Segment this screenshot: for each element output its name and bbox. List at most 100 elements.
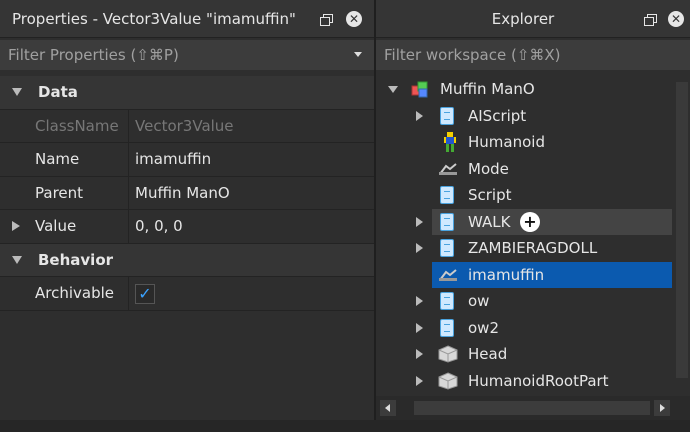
column-divider — [128, 210, 129, 243]
tree-item-mode[interactable]: Mode — [376, 156, 672, 182]
column-divider — [128, 109, 129, 142]
section-label: Behavior — [38, 250, 114, 269]
value-icon — [439, 162, 457, 175]
tree-item-humanoid[interactable]: Humanoid — [376, 129, 672, 155]
tree-item-label: ow — [468, 292, 490, 310]
tree-item-label: WALK — [468, 212, 511, 231]
explorer-titlebar: Explorer ✕ — [376, 0, 690, 38]
property-value[interactable]: imamuffin — [135, 150, 211, 168]
model-icon — [411, 81, 428, 98]
tree-item-humanoidrootpart[interactable]: HumanoidRootPart — [376, 368, 672, 394]
tree-item-label: Script — [468, 186, 512, 204]
collapse-arrow-icon[interactable] — [388, 86, 398, 93]
section-data[interactable]: Data — [0, 76, 374, 110]
tree-item-muffin-mano[interactable]: Muffin ManO — [376, 76, 672, 102]
column-divider — [128, 277, 129, 310]
properties-close-button[interactable]: ✕ — [346, 11, 362, 27]
properties-panel: Properties - Vector3Value "imamuffin" ✕ … — [0, 0, 374, 432]
properties-titlebar: Properties - Vector3Value "imamuffin" ✕ — [0, 0, 374, 38]
section-label: Data — [38, 83, 78, 102]
property-row-parent[interactable]: Parent Muffin ManO — [0, 176, 374, 210]
expand-arrow-icon[interactable] — [416, 296, 423, 306]
expand-arrow-icon[interactable] — [416, 322, 423, 333]
filter-properties-input[interactable] — [0, 46, 330, 64]
property-name: ClassName — [35, 116, 119, 135]
section-behavior[interactable]: Behavior — [0, 243, 374, 277]
property-row-archivable[interactable]: Archivable ✓ — [0, 277, 374, 311]
tree-item-head[interactable]: Head — [376, 341, 672, 367]
property-name: Archivable — [35, 284, 115, 303]
property-value: Vector3Value — [135, 116, 234, 135]
tree-item-label: Muffin ManO — [440, 80, 535, 98]
part-icon — [438, 371, 458, 390]
collapse-caret-icon[interactable] — [12, 88, 22, 97]
expand-arrow-icon[interactable] — [416, 110, 423, 121]
explorer-panel: Explorer ✕ Muffin ManO AIScript — [376, 0, 690, 432]
horizontal-scroll-thumb[interactable] — [414, 401, 650, 415]
property-value[interactable]: Muffin ManO — [135, 184, 230, 202]
properties-title: Properties - Vector3Value "imamuffin" — [12, 9, 296, 28]
filter-properties-bar — [0, 40, 374, 70]
vertical-scroll-thumb[interactable] — [676, 82, 688, 378]
property-row-value[interactable]: Value 0, 0, 0 — [0, 210, 374, 244]
expand-arrow-icon[interactable] — [416, 243, 423, 253]
restore-icon — [320, 14, 333, 26]
tree-item-ow2[interactable]: ow2 — [376, 315, 672, 341]
tree-item-label: imamuffin — [468, 265, 545, 284]
cursor-plus-icon: + — [520, 211, 540, 232]
property-value[interactable]: 0, 0, 0 — [135, 217, 183, 235]
horizontal-scrollbar[interactable] — [376, 396, 690, 420]
property-name: Parent — [35, 183, 84, 202]
tree-item-label: AIScript — [468, 106, 527, 125]
properties-empty-area — [0, 312, 374, 432]
scroll-left-button[interactable] — [380, 400, 396, 416]
tree-item-script[interactable]: Script — [376, 182, 672, 208]
tree-item-walk[interactable]: WALK + — [376, 208, 672, 235]
column-divider — [128, 143, 129, 176]
scroll-right-button[interactable] — [654, 400, 670, 416]
archivable-checkbox[interactable]: ✓ — [135, 284, 155, 304]
checkmark-icon: ✓ — [138, 284, 152, 303]
tree-item-zambieragdoll[interactable]: ZAMBIERAGDOLL — [376, 235, 672, 261]
property-row-name[interactable]: Name imamuffin — [0, 143, 374, 177]
tree-item-label: Mode — [468, 159, 509, 178]
filter-workspace-bar — [376, 40, 690, 70]
close-icon: ✕ — [346, 11, 362, 27]
tree-item-ow[interactable]: ow — [376, 288, 672, 314]
tree-item-label: ZAMBIERAGDOLL — [468, 239, 598, 257]
part-icon — [438, 345, 458, 363]
restore-icon — [644, 14, 657, 26]
explorer-close-button[interactable]: ✕ — [668, 11, 684, 27]
tree-item-label: Head — [468, 345, 508, 363]
script-icon — [440, 186, 454, 204]
close-icon: ✕ — [668, 11, 684, 27]
script-icon — [440, 292, 454, 310]
tree-item-label: ow2 — [468, 318, 499, 337]
tree-item-imamuffin[interactable]: imamuffin — [376, 261, 672, 288]
explorer-tree: Muffin ManO AIScript Humanoid Mode Scrip… — [376, 74, 690, 396]
script-icon — [440, 239, 454, 257]
vertical-scrollbar[interactable] — [672, 74, 690, 396]
expand-caret-icon[interactable] — [12, 221, 20, 232]
script-icon — [440, 212, 454, 231]
property-row-classname[interactable]: ClassName Vector3Value — [0, 109, 374, 143]
tree-item-aiscript[interactable]: AIScript — [376, 103, 672, 129]
tree-item-label: Humanoid — [468, 133, 545, 151]
properties-table: Data ClassName Vector3Value Name imamuff… — [0, 76, 374, 311]
property-name: Name — [35, 150, 80, 169]
value-icon — [439, 268, 457, 281]
filter-workspace-input[interactable] — [376, 46, 690, 64]
bottom-status-strip — [0, 420, 690, 432]
script-icon — [440, 318, 454, 337]
column-divider — [128, 176, 129, 209]
filter-dropdown-icon[interactable] — [354, 52, 362, 57]
expand-arrow-icon[interactable] — [416, 216, 423, 227]
collapse-caret-icon[interactable] — [12, 255, 22, 264]
explorer-restore-button[interactable] — [642, 11, 658, 27]
expand-arrow-icon[interactable] — [416, 349, 423, 359]
humanoid-icon — [444, 132, 456, 152]
expand-arrow-icon[interactable] — [416, 375, 423, 386]
properties-restore-button[interactable] — [318, 11, 334, 27]
tree-item-label: HumanoidRootPart — [468, 371, 609, 390]
script-icon — [440, 106, 454, 125]
